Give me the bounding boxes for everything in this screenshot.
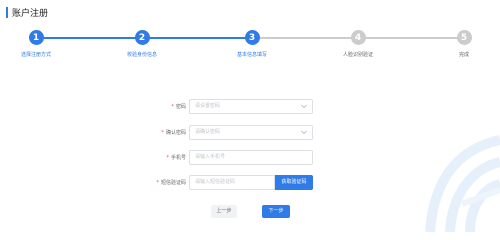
sms-code-label-text: 短信验证码 bbox=[160, 180, 186, 186]
page-header: 账户注册 bbox=[6, 6, 49, 19]
step-4-circle: 4 bbox=[350, 30, 366, 45]
phone-label-text: 手机号 bbox=[170, 155, 186, 161]
step-1: 1 选择注册方式 bbox=[0, 30, 76, 58]
step-2-circle: 2 bbox=[134, 30, 150, 45]
required-mark: * bbox=[156, 180, 159, 186]
get-sms-code-button[interactable]: 获取验证码 bbox=[275, 175, 313, 190]
registration-stepper: 1 选择注册方式 2 校验身份信息 3 基本信息填写 4 人脸识别验证 5 完成 bbox=[0, 30, 500, 64]
confirm-password-label: * 确认密码 bbox=[161, 129, 186, 136]
step-3-label: 基本信息填写 bbox=[236, 52, 267, 58]
required-mark: * bbox=[171, 104, 174, 110]
required-mark: * bbox=[166, 155, 169, 161]
page-title: 账户注册 bbox=[12, 8, 49, 19]
step-5-label: 完成 bbox=[458, 52, 469, 58]
password-placeholder: 请设置密码 bbox=[195, 103, 221, 109]
phone-label: * 手机号 bbox=[166, 154, 186, 161]
step-5: 5 完成 bbox=[424, 30, 500, 58]
chevron-down-icon[interactable] bbox=[301, 104, 307, 109]
sms-code-label: * 短信验证码 bbox=[156, 179, 186, 186]
required-mark: * bbox=[161, 130, 164, 136]
step-2: 2 校验身份信息 bbox=[102, 30, 182, 58]
password-label-text: 密码 bbox=[175, 104, 186, 110]
prev-step-button[interactable]: 上一步 bbox=[211, 205, 237, 218]
password-label: * 密码 bbox=[171, 103, 186, 110]
confirm-password-label-text: 确认密码 bbox=[165, 130, 186, 136]
confirm-password-field[interactable]: 请确认密码 bbox=[189, 125, 313, 140]
next-step-button[interactable]: 下一步 bbox=[262, 205, 290, 218]
step-1-circle: 1 bbox=[28, 30, 44, 45]
step-2-label: 校验身份信息 bbox=[126, 52, 157, 58]
header-accent-bar bbox=[6, 6, 8, 18]
sms-code-placeholder: 请输入短信验证码 bbox=[195, 179, 236, 185]
sms-code-field[interactable]: 请输入短信验证码 bbox=[189, 175, 275, 190]
password-row: * 密码 请设置密码 bbox=[0, 99, 500, 114]
step-1-label: 选择注册方式 bbox=[20, 52, 51, 58]
phone-placeholder: 请输入手机号 bbox=[195, 154, 226, 160]
step-3: 3 基本信息填写 bbox=[212, 30, 292, 58]
logo-watermark bbox=[425, 135, 500, 232]
phone-field[interactable]: 请输入手机号 bbox=[189, 150, 313, 165]
chevron-down-icon[interactable] bbox=[301, 130, 307, 135]
step-4: 4 人脸识别验证 bbox=[318, 30, 398, 58]
password-field[interactable]: 请设置密码 bbox=[189, 99, 313, 114]
step-3-circle: 3 bbox=[244, 30, 260, 45]
confirm-password-placeholder: 请确认密码 bbox=[195, 129, 221, 135]
step-4-label: 人脸识别验证 bbox=[342, 52, 373, 58]
step-5-circle: 5 bbox=[456, 30, 472, 45]
